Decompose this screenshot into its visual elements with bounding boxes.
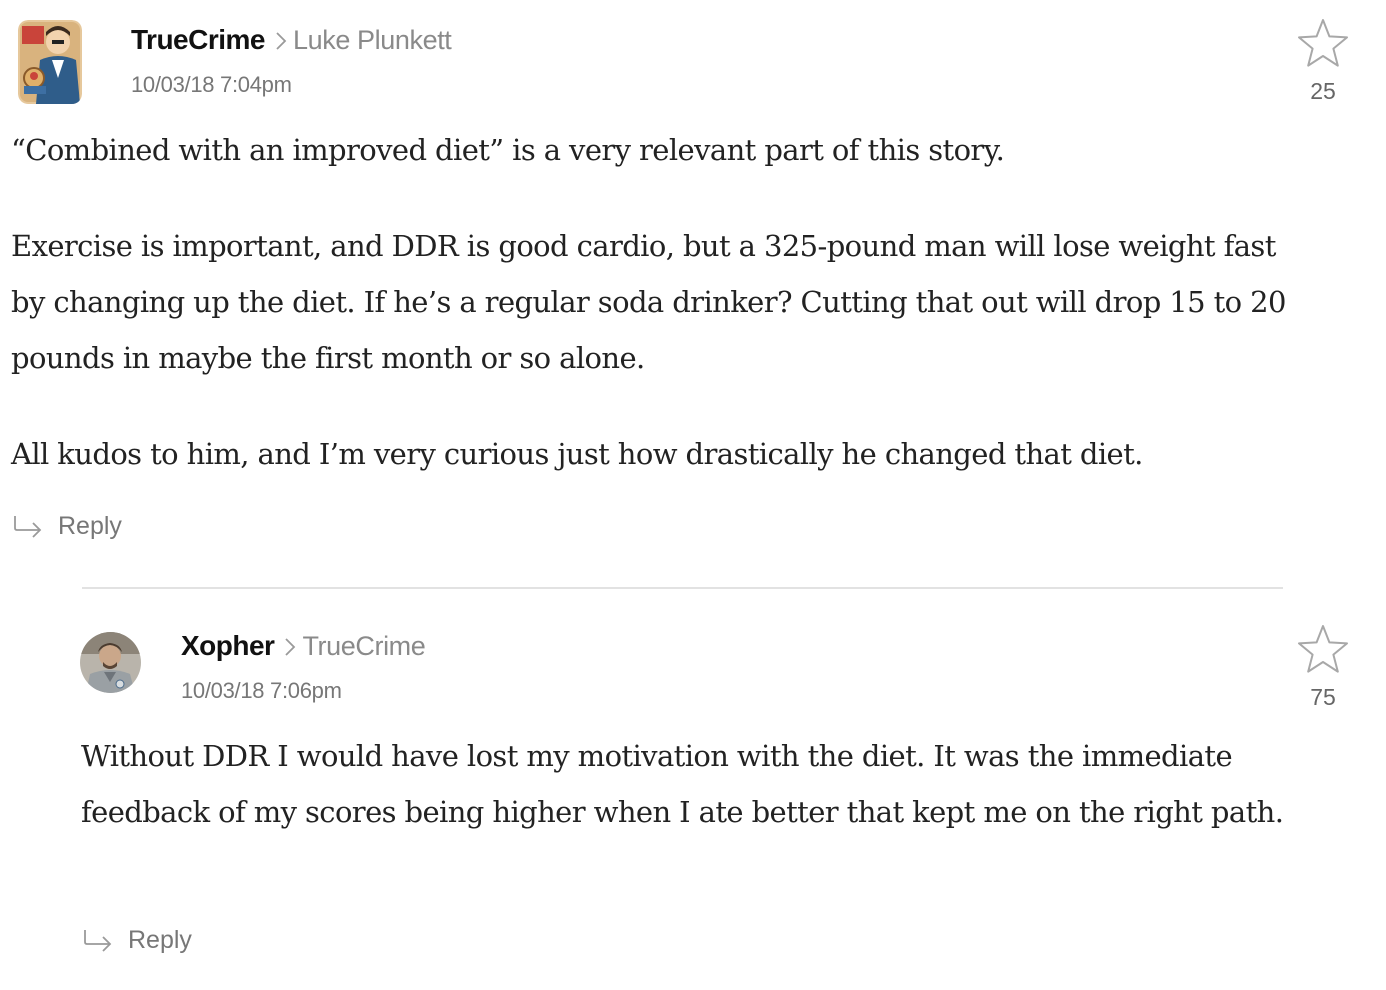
reply-label: Reply [128, 926, 192, 954]
chevron-right-icon [271, 30, 291, 52]
avatar[interactable] [80, 632, 141, 693]
comment-body: Without DDR I would have lost my motivat… [81, 728, 1301, 840]
author-name[interactable]: TrueCrime [131, 24, 266, 56]
star-icon [1298, 625, 1348, 673]
comment-body: “Combined with an improved diet” is a ve… [11, 122, 1301, 482]
comic-reporter-avatar-icon [18, 20, 82, 104]
author-line: TrueCrime Luke Plunkett [131, 24, 452, 56]
photo-avatar-icon [80, 632, 141, 693]
chevron-right-icon [280, 636, 300, 658]
reply-to-author[interactable]: TrueCrime [302, 631, 425, 662]
author-name[interactable]: Xopher [181, 630, 275, 662]
avatar[interactable] [18, 20, 82, 104]
reply-button[interactable]: Reply [82, 926, 192, 955]
timestamp[interactable]: 10/03/18 7:04pm [131, 72, 292, 98]
comment-paragraph: All kudos to him, and I’m very curious j… [11, 437, 1143, 471]
reply-to-author[interactable]: Luke Plunkett [293, 25, 452, 56]
star-icon [1298, 19, 1348, 67]
comment-paragraph: Exercise is important, and DDR is good c… [11, 229, 1286, 375]
reply-button[interactable]: Reply [12, 512, 122, 541]
star-button[interactable] [1297, 17, 1349, 69]
star-button[interactable] [1297, 623, 1349, 675]
comment: Xopher TrueCrime 10/03/18 7:06pm 75 With… [0, 580, 1386, 990]
reply-arrow-icon [84, 929, 112, 952]
comment: TrueCrime Luke Plunkett 10/03/18 7:04pm … [0, 0, 1386, 580]
comment-paragraph: “Combined with an improved diet” is a ve… [11, 133, 1005, 167]
timestamp[interactable]: 10/03/18 7:06pm [181, 678, 342, 704]
author-line: Xopher TrueCrime [181, 630, 426, 662]
comment-paragraph: Without DDR I would have lost my motivat… [81, 739, 1284, 829]
star-count: 25 [1310, 78, 1336, 104]
reply-label: Reply [58, 512, 122, 540]
reply-arrow-icon [14, 515, 42, 538]
star-count: 75 [1310, 684, 1336, 710]
